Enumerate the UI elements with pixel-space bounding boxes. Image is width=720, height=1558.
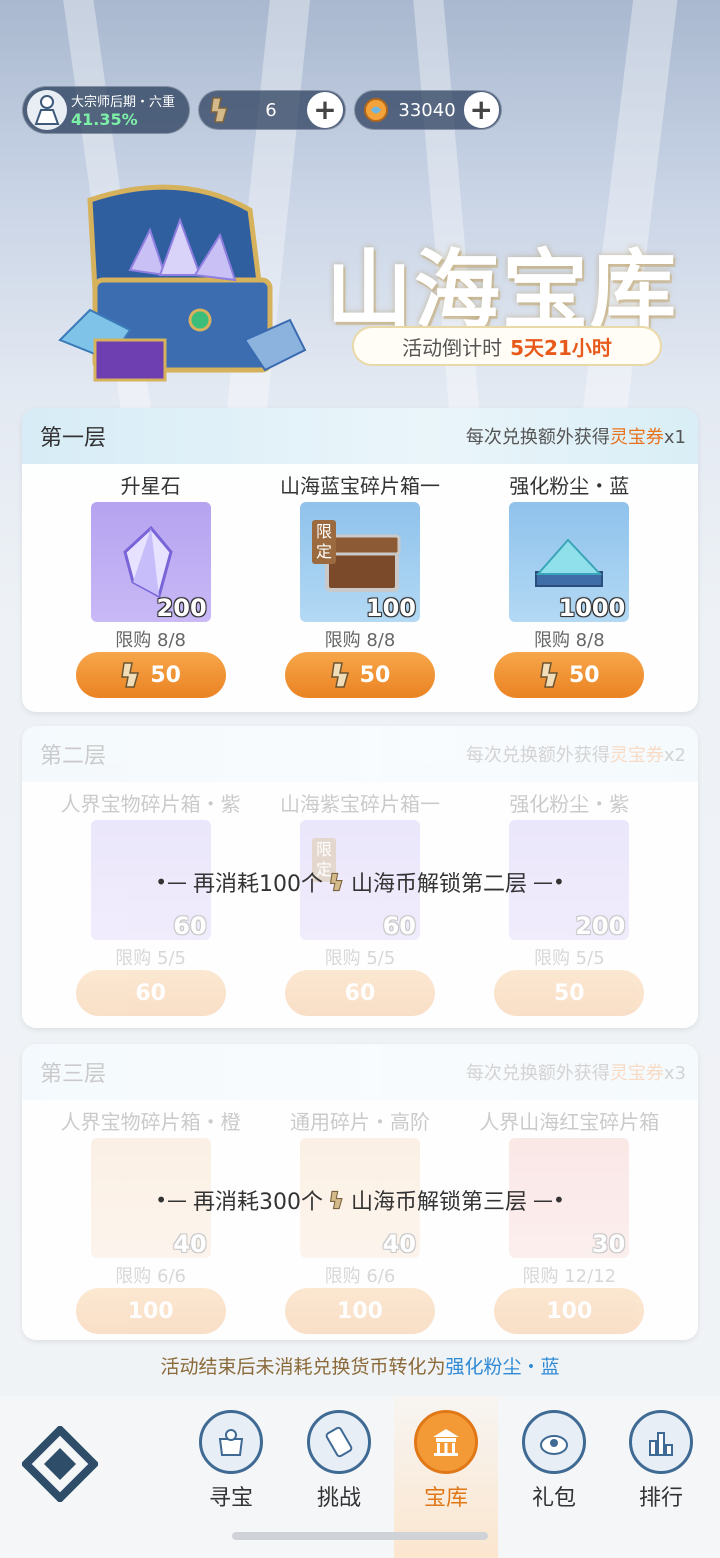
shop-item[interactable]: 强化粉尘・蓝 1000 限购 8/8 50 (469, 470, 669, 698)
game-logo-icon[interactable] (20, 1424, 100, 1504)
buy-button[interactable]: 50 (75, 652, 226, 698)
shanhai-coin-icon (121, 662, 140, 688)
arrow-right-icon: —• (533, 1188, 565, 1212)
tier-bonus: 每次兑换额外获得灵宝券x3 (465, 1063, 686, 1084)
nav-item-gift-pack[interactable]: 礼包 (509, 1410, 599, 1512)
unlock-hint: •— 再消耗300个 山海币解锁第三层 —• (155, 1188, 565, 1215)
rank-avatar-icon (27, 90, 67, 130)
buy-price: 50 (569, 662, 600, 688)
add-shanhai-coin-button[interactable]: + (307, 92, 343, 128)
buy-price: 100 (546, 1298, 593, 1324)
tier-bonus: 每次兑换额外获得灵宝券x1 (465, 427, 686, 448)
shanhai-coin-icon (329, 872, 343, 892)
buy-price: 50 (554, 980, 585, 1006)
buy-price: 50 (150, 662, 181, 688)
blue-dust-icon[interactable]: 1000 (509, 502, 630, 622)
buy-price: 60 (344, 980, 376, 1006)
nav-label: 礼包 (531, 1486, 576, 1511)
gold-coin-icon (361, 95, 391, 125)
countdown-value: 5天21小时 (510, 335, 612, 360)
star-stone-icon[interactable]: 200 (90, 502, 211, 622)
nav-item-treasure-hunt[interactable]: 寻宝 (186, 1410, 276, 1512)
gold-coin-counter: 33040 + (354, 90, 502, 130)
buy-price: 100 (127, 1298, 174, 1324)
gold-coin-value: 33040 (398, 99, 456, 121)
nav-label: 宝库 (423, 1486, 468, 1511)
gift-bag-icon (199, 1410, 263, 1474)
rank-badge[interactable]: 大宗师后期・六重 41.35% (22, 86, 190, 134)
top-status-bar: 大宗师后期・六重 41.35% 6 + 33040 + (22, 86, 502, 134)
buy-button[interactable]: 50 (284, 652, 435, 698)
item-name: 升星石 (120, 474, 181, 498)
nav-label: 排行 (638, 1486, 683, 1511)
home-indicator[interactable] (232, 1532, 488, 1540)
shanhai-coin-icon (540, 662, 558, 688)
rank-progress: 41.35% (71, 110, 138, 129)
event-countdown: 活动倒计时 5天21小时 (352, 326, 662, 366)
arrow-left-icon: •— (155, 1188, 187, 1212)
tier-name: 第三层 (40, 1062, 107, 1087)
shanhai-coin-value: 6 (265, 99, 277, 121)
tier-1-card: 第一层 每次兑换额外获得灵宝券x1 升星石 200 限购 8/8 50 山海蓝宝… (22, 408, 698, 712)
tier-header: 第一层 每次兑换额外获得灵宝券x1 (22, 408, 698, 464)
item-quantity: 200 (156, 594, 207, 622)
tier-name: 第二层 (40, 744, 107, 769)
nav-item-ranking[interactable]: 排行 (616, 1410, 706, 1512)
tier-name: 第一层 (40, 426, 107, 451)
treasure-box-icon[interactable]: 限定 100 (299, 502, 420, 622)
tier-header: 第三层 每次兑换额外获得灵宝券x3 (22, 1044, 698, 1100)
buy-price: 50 (359, 662, 391, 688)
shanhai-coin-icon (205, 95, 235, 125)
shop-item[interactable]: 山海蓝宝碎片箱一 限定 100 限购 8/8 50 (260, 470, 460, 698)
item-name: 山海蓝宝碎片箱一 (279, 474, 440, 498)
tier-2-card: 第二层 每次兑换额外获得灵宝券x2 人界宝物碎片箱・紫 60 限购 5/5 60… (22, 726, 698, 1028)
shanhai-coin-icon (330, 662, 349, 688)
scroll-icon (307, 1410, 371, 1474)
buy-price: 100 (337, 1298, 383, 1324)
countdown-label: 活动倒计时 (402, 335, 503, 360)
item-quantity: 100 (365, 594, 416, 622)
item-limit: 限购 8/8 (324, 630, 396, 651)
add-gold-coin-button[interactable]: + (463, 92, 499, 128)
item-quantity: 1000 (558, 594, 626, 622)
arrow-left-icon: •— (155, 870, 187, 894)
shanhai-coin-icon (329, 1190, 343, 1210)
buy-button[interactable]: 50 (494, 652, 645, 698)
arrow-right-icon: —• (533, 870, 565, 894)
temple-icon (414, 1410, 478, 1474)
tier-header: 第二层 每次兑换额外获得灵宝券x2 (22, 726, 698, 782)
nav-label: 寻宝 (208, 1486, 253, 1511)
rank-title: 大宗师后期・六重 (71, 95, 176, 110)
shanhai-coin-counter: 6 + (198, 90, 346, 130)
treasure-chest-illustration (50, 180, 310, 390)
item-limit: 限购 8/8 (115, 630, 186, 651)
conversion-note: 活动结束后未消耗兑换货币转化为强化粉尘・蓝 (160, 1356, 560, 1378)
item-name: 强化粉尘・蓝 (509, 474, 630, 498)
tier-3-card: 第三层 每次兑换额外获得灵宝券x3 人界宝物碎片箱・橙 40 限购 6/6 10… (22, 1044, 698, 1340)
shop-item[interactable]: 升星石 200 限购 8/8 50 (51, 470, 251, 698)
coin-pouch-icon (522, 1410, 586, 1474)
unlock-hint: •— 再消耗100个 山海币解锁第二层 —• (155, 870, 565, 897)
buy-price: 60 (135, 980, 166, 1006)
ranking-tower-icon (629, 1410, 693, 1474)
item-limit: 限购 8/8 (533, 630, 605, 651)
nav-item-treasury[interactable]: 宝库 (401, 1410, 491, 1512)
limited-tag: 限定 (311, 520, 336, 564)
nav-label: 挑战 (316, 1486, 361, 1511)
nav-item-challenge[interactable]: 挑战 (294, 1410, 384, 1512)
tier-bonus: 每次兑换额外获得灵宝券x2 (465, 745, 686, 766)
